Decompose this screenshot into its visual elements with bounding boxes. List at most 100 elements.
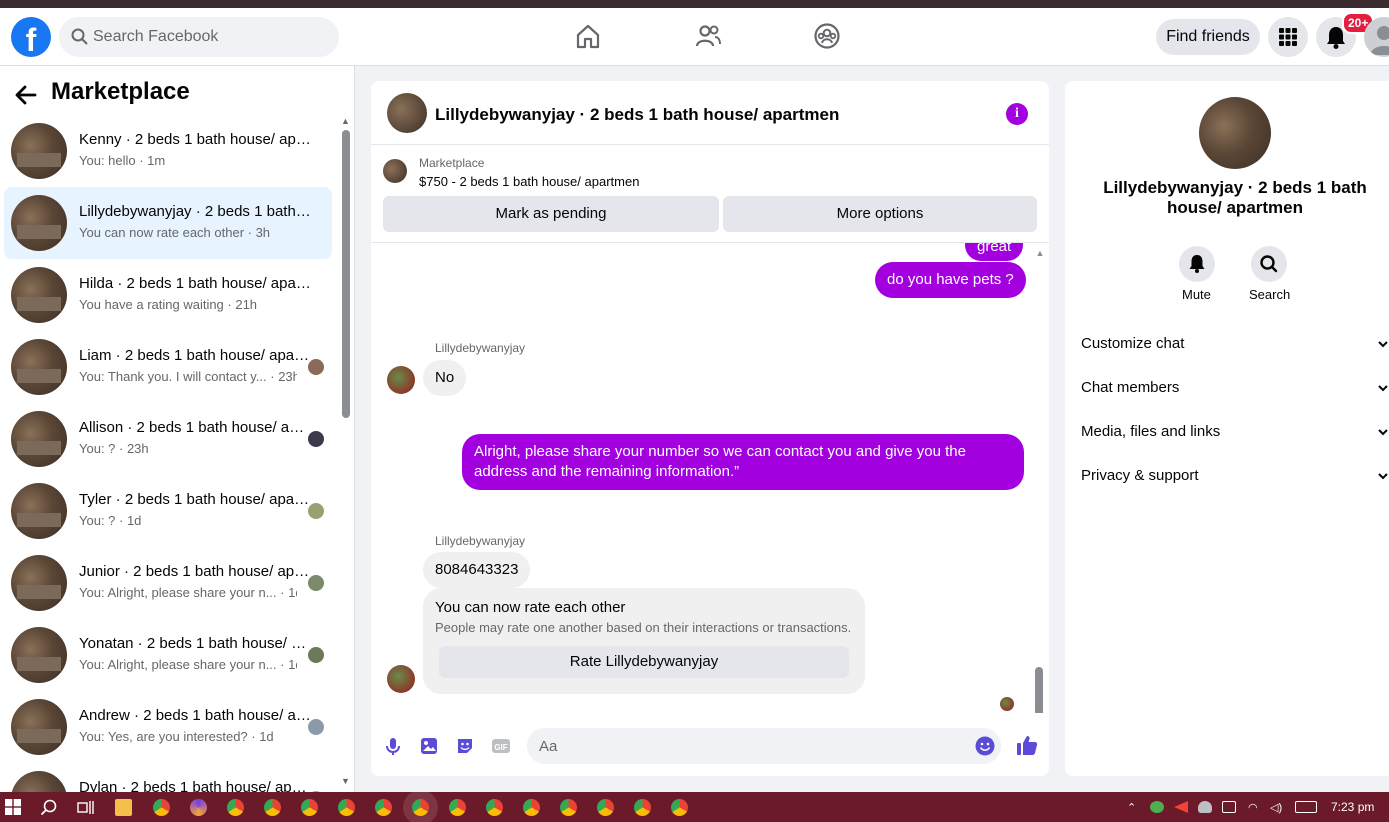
chrome-window-icon[interactable] xyxy=(375,799,392,816)
sender-name: Lillydebywanyjay xyxy=(435,534,526,548)
rate-user-button[interactable]: Rate Lillydebywanyjay xyxy=(439,646,849,678)
conversation-title: Kenny · 2 beds 1 bath house/ apartmen xyxy=(79,131,311,148)
taskbar-search-icon[interactable] xyxy=(40,799,57,816)
chrome-window-icon[interactable] xyxy=(338,799,355,816)
file-explorer-icon[interactable] xyxy=(115,799,132,816)
details-section-0[interactable]: Customize chat xyxy=(1081,335,1389,359)
sidebar-title: Marketplace xyxy=(51,78,190,105)
sidebar-scrollbar[interactable] xyxy=(342,130,350,418)
gif-icon[interactable]: GIF xyxy=(491,736,511,756)
listing-thumbnail xyxy=(11,339,67,395)
search-input[interactable] xyxy=(93,17,323,57)
chat-avatar[interactable] xyxy=(387,93,427,133)
seen-avatar xyxy=(308,359,324,375)
chat-title[interactable]: Lillydebywanyjay · 2 beds 1 bath house/ … xyxy=(435,105,839,125)
conversation-item[interactable]: Yonatan · 2 beds 1 bath house/ apartmen Y… xyxy=(4,619,332,691)
conversation-item[interactable]: Dylan · 2 beds 1 bath house/ apartmen xyxy=(4,763,332,792)
groups-icon[interactable] xyxy=(813,22,841,50)
chrome-window-icon[interactable] xyxy=(264,799,281,816)
security-tray-icon[interactable] xyxy=(1150,801,1164,813)
mute-button[interactable] xyxy=(1179,246,1215,282)
conversation-item[interactable]: Lillydebywanyjay · 2 beds 1 bath house/ … xyxy=(4,187,332,259)
conversation-item[interactable]: Kenny · 2 beds 1 bath house/ apartmen You… xyxy=(4,115,332,187)
conversation-item[interactable]: Hilda · 2 beds 1 bath house/ apartmen You… xyxy=(4,259,332,331)
marketplace-label: Marketplace xyxy=(419,156,485,170)
photo-icon[interactable] xyxy=(419,736,439,756)
message-bubble-incoming: 8084643323 xyxy=(423,552,531,588)
chat-scroll-down-arrow-icon[interactable]: ▼ xyxy=(1035,703,1045,712)
listing-thumbnail xyxy=(11,483,67,539)
details-section-2[interactable]: Media, files and links xyxy=(1081,423,1389,447)
details-section-1[interactable]: Chat members xyxy=(1081,379,1389,403)
sticker-icon[interactable] xyxy=(455,736,475,756)
message-bubble-outgoing: do you have pets ? xyxy=(875,262,1026,298)
search-icon xyxy=(1260,255,1278,273)
listing-thumbnail[interactable] xyxy=(383,159,407,183)
wifi-icon[interactable]: ◠ xyxy=(1248,801,1262,814)
conversation-item[interactable]: Tyler · 2 beds 1 bath house/ apartmen You… xyxy=(4,475,332,547)
chat-details-panel: Lillydebywanyjay · 2 beds 1 bath house/ … xyxy=(1065,81,1389,776)
scroll-down-arrow-icon[interactable]: ▼ xyxy=(341,776,350,786)
message-input[interactable] xyxy=(539,728,959,764)
chevron-down-icon xyxy=(1378,429,1388,436)
thumbs-up-icon[interactable] xyxy=(1016,734,1038,756)
conversation-preview: You: Thank you. I will contact y... · 23… xyxy=(79,369,297,384)
menu-button[interactable] xyxy=(1268,17,1308,57)
sender-avatar[interactable] xyxy=(387,665,415,693)
search-icon xyxy=(71,28,88,45)
chevron-down-icon xyxy=(1378,473,1388,480)
taskbar-clock[interactable]: 7:23 pm xyxy=(1331,800,1374,814)
search-in-chat-button[interactable] xyxy=(1251,246,1287,282)
details-section-3[interactable]: Privacy & support xyxy=(1081,467,1389,491)
seen-avatar xyxy=(308,719,324,735)
chrome-icon[interactable] xyxy=(153,799,170,816)
volume-icon[interactable]: ◁) xyxy=(1270,801,1284,814)
mark-as-pending-button[interactable]: Mark as pending xyxy=(383,196,719,232)
info-icon[interactable]: i xyxy=(1006,103,1028,125)
more-options-button[interactable]: More options xyxy=(723,196,1037,232)
contact-avatar[interactable] xyxy=(1199,97,1271,169)
listing-price-title[interactable]: $750 - 2 beds 1 bath house/ apartmen xyxy=(419,174,639,189)
conversation-preview: You: ? · 23h xyxy=(79,441,149,456)
device-icon[interactable] xyxy=(1222,801,1236,813)
message-composer: GIF xyxy=(371,726,1049,776)
chrome-window-icon[interactable] xyxy=(634,799,651,816)
facebook-logo-icon[interactable]: f xyxy=(11,17,51,57)
keyboard-icon[interactable] xyxy=(1295,801,1317,813)
windows-start-icon[interactable] xyxy=(5,799,21,815)
chrome-window-icon[interactable] xyxy=(597,799,614,816)
chrome-window-icon[interactable] xyxy=(486,799,503,816)
windows-taskbar: ⌃ ◠ ◁) 7:23 pm xyxy=(0,792,1389,822)
browser-app-icon[interactable] xyxy=(190,799,207,816)
microphone-icon[interactable] xyxy=(383,736,403,756)
message-input-box[interactable] xyxy=(527,728,1001,764)
chrome-window-icon[interactable] xyxy=(301,799,318,816)
chrome-window-icon[interactable] xyxy=(412,799,429,816)
back-arrow-icon[interactable] xyxy=(13,82,39,108)
conversation-item[interactable]: Andrew · 2 beds 1 bath house/ apartmen Yo… xyxy=(4,691,332,763)
cloud-icon[interactable] xyxy=(1198,801,1212,813)
chat-panel: Lillydebywanyjay · 2 beds 1 bath house/ … xyxy=(371,81,1049,776)
show-hidden-icons-icon[interactable]: ⌃ xyxy=(1127,801,1141,814)
conversation-item[interactable]: Liam · 2 beds 1 bath house/ apartmen You:… xyxy=(4,331,332,403)
chrome-window-icon[interactable] xyxy=(560,799,577,816)
chrome-window-icon[interactable] xyxy=(227,799,244,816)
tray-app-icon[interactable] xyxy=(1174,801,1188,813)
find-friends-button[interactable]: Find friends xyxy=(1156,19,1260,55)
search-box[interactable] xyxy=(59,17,339,57)
chat-scroll-up-arrow-icon[interactable]: ▲ xyxy=(1035,249,1045,258)
scroll-up-arrow-icon[interactable]: ▲ xyxy=(341,116,350,126)
chrome-window-icon[interactable] xyxy=(523,799,540,816)
home-icon[interactable] xyxy=(574,22,602,50)
conversation-title: Hilda · 2 beds 1 bath house/ apartmen xyxy=(79,275,311,292)
task-view-icon[interactable] xyxy=(77,799,94,816)
conversation-item[interactable]: Junior · 2 beds 1 bath house/ apartmen Yo… xyxy=(4,547,332,619)
chrome-window-icon[interactable] xyxy=(449,799,466,816)
listing-thumbnail xyxy=(11,771,67,792)
friends-icon[interactable] xyxy=(694,22,722,50)
sender-avatar[interactable] xyxy=(387,366,415,394)
conversation-item[interactable]: Allison · 2 beds 1 bath house/ apartmen Y… xyxy=(4,403,332,475)
emoji-icon[interactable] xyxy=(975,736,995,756)
chrome-window-icon[interactable] xyxy=(671,799,688,816)
message-bubble-outgoing: Alright, please share your number so we … xyxy=(462,434,1024,490)
